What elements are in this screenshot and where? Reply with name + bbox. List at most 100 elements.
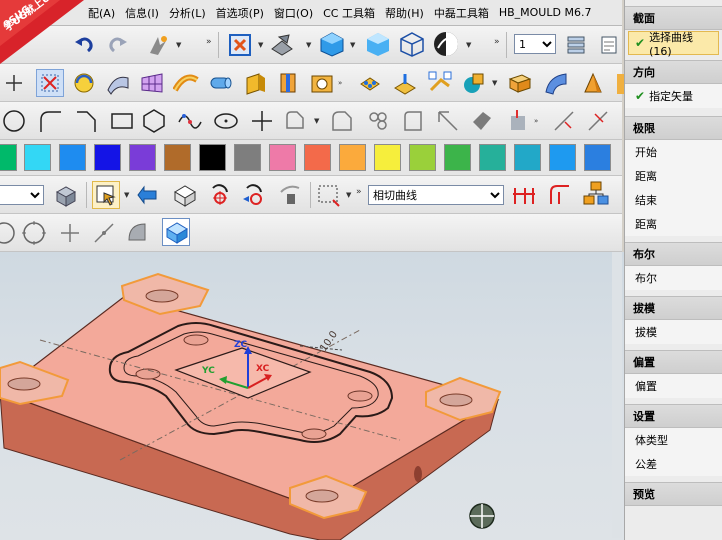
assembly-navigator-icon[interactable]	[582, 180, 610, 208]
toolbar-overflow-icon[interactable]: »	[356, 178, 364, 206]
section-header-direction[interactable]: 方向	[625, 60, 722, 84]
datum-csys-icon[interactable]	[460, 69, 488, 97]
snap-settings-icon[interactable]	[162, 218, 190, 246]
line-curve-icon[interactable]	[550, 107, 578, 135]
layer-settings-icon[interactable]	[562, 31, 590, 59]
toolbar-overflow-icon[interactable]: »	[534, 107, 542, 135]
revolve-icon[interactable]	[274, 69, 302, 97]
toolbar-overflow-icon[interactable]: »	[338, 69, 346, 97]
ellipse-icon[interactable]	[212, 107, 240, 135]
component-filter-icon[interactable]	[52, 181, 80, 209]
menu-item-assembly[interactable]: 配(A)	[88, 5, 115, 21]
color-swatch-brown[interactable]	[164, 144, 191, 171]
boolean-row[interactable]: 布尔	[625, 266, 722, 290]
color-swatch-turquoise[interactable]	[514, 144, 541, 171]
menu-item-preferences[interactable]: 首选项(P)	[216, 5, 264, 21]
pattern-curve-icon[interactable]	[328, 107, 356, 135]
color-swatch-grass-green[interactable]	[444, 144, 471, 171]
section-header-draft[interactable]: 拔模	[625, 296, 722, 320]
chevron-down-icon[interactable]: ▼	[314, 107, 322, 135]
menu-item-cc-toolbox[interactable]: CC 工具箱	[323, 5, 375, 21]
trim-curve-icon[interactable]	[364, 107, 392, 135]
block-icon[interactable]	[506, 69, 534, 97]
menu-item-zhonglei-toolbox[interactable]: 中磊工具箱	[434, 5, 489, 21]
sheet-surface-icon[interactable]	[104, 69, 132, 97]
chevron-down-icon[interactable]: ▼	[258, 31, 266, 59]
start-row[interactable]: 开始	[625, 140, 722, 164]
follow-fillet-icon[interactable]	[546, 181, 574, 209]
rotate-view-icon[interactable]	[70, 69, 98, 97]
color-swatch-lime[interactable]	[409, 144, 436, 171]
studio-spline-icon[interactable]	[176, 107, 204, 135]
mesh-surface-icon[interactable]	[138, 69, 166, 97]
tolerance-row[interactable]: 公差	[625, 452, 722, 476]
select-body-icon[interactable]	[170, 181, 198, 209]
color-swatch-green[interactable]	[0, 144, 17, 171]
color-swatch-purple[interactable]	[129, 144, 156, 171]
specify-vector-row[interactable]: ✔ 指定矢量	[625, 84, 722, 108]
section-header-offset[interactable]: 偏置	[625, 350, 722, 374]
color-swatch-cyan[interactable]	[24, 144, 51, 171]
point-icon[interactable]	[248, 107, 276, 135]
section-header-limits[interactable]: 极限	[625, 116, 722, 140]
chevron-down-icon[interactable]: ▼	[346, 181, 354, 209]
start-distance-row[interactable]: 距离	[625, 164, 722, 188]
color-swatch-coral[interactable]	[304, 144, 331, 171]
deselect-icon[interactable]	[36, 69, 64, 97]
wireframe-icon[interactable]	[398, 30, 426, 58]
rectangle-icon[interactable]	[108, 107, 136, 135]
color-swatch-gray[interactable]	[234, 144, 261, 171]
section-header-boolean[interactable]: 布尔	[625, 242, 722, 266]
menu-item-info[interactable]: 信息(I)	[125, 5, 159, 21]
shaded-icon[interactable]	[364, 30, 392, 58]
move-to-layer-icon[interactable]	[594, 31, 622, 59]
hole-icon[interactable]	[308, 69, 336, 97]
offset-curve-icon[interactable]	[282, 107, 310, 135]
fillet-icon[interactable]	[36, 107, 64, 135]
color-swatch-azure[interactable]	[549, 144, 576, 171]
color-swatch-royal-blue[interactable]	[584, 144, 611, 171]
quadrant-point-icon[interactable]	[20, 219, 48, 247]
section-header-settings[interactable]: 设置	[625, 404, 722, 428]
color-swatch-orange[interactable]	[339, 144, 366, 171]
offset-face-icon[interactable]	[390, 69, 418, 97]
viewport-scrollbar[interactable]	[612, 252, 622, 538]
select-feature-icon[interactable]	[92, 181, 120, 209]
color-swatch-sky-blue[interactable]	[59, 144, 86, 171]
swept-icon[interactable]	[172, 69, 200, 97]
point-set-icon[interactable]	[426, 69, 454, 97]
color-swatch-yellow[interactable]	[374, 144, 401, 171]
snap-point-icon[interactable]	[206, 181, 234, 209]
end-row[interactable]: 结束	[625, 188, 722, 212]
blend-surface-icon[interactable]	[542, 69, 570, 97]
command-finder-icon[interactable]	[144, 31, 172, 59]
color-swatch-blue[interactable]	[94, 144, 121, 171]
static-wireframe-icon[interactable]	[432, 30, 460, 58]
polygon-icon[interactable]	[140, 107, 168, 135]
point-on-face-icon[interactable]	[124, 219, 152, 247]
divide-curve-icon[interactable]	[584, 107, 612, 135]
toolbar-overflow-icon[interactable]: »	[206, 28, 214, 56]
snap-mid-icon[interactable]	[276, 181, 304, 209]
chevron-down-icon[interactable]: ▼	[492, 69, 500, 97]
snap-end-icon[interactable]	[240, 181, 268, 209]
fit-view-icon[interactable]	[226, 31, 254, 59]
back-arrow-icon[interactable]	[134, 181, 162, 209]
toolbar-overflow-icon[interactable]: »	[494, 28, 502, 56]
chevron-down-icon[interactable]: ▼	[176, 31, 184, 59]
offset-row[interactable]: 偏置	[625, 374, 722, 398]
circle-icon[interactable]	[0, 107, 28, 135]
draft-icon[interactable]	[578, 69, 606, 97]
arc-center-icon[interactable]	[0, 219, 18, 247]
render-style-icon[interactable]	[268, 31, 296, 59]
chamfer-icon[interactable]	[72, 107, 100, 135]
project-curve-icon[interactable]	[434, 107, 462, 135]
shaded-with-edges-icon[interactable]	[318, 30, 346, 58]
end-distance-row[interactable]: 距离	[625, 212, 722, 236]
menu-item-help[interactable]: 帮助(H)	[385, 5, 424, 21]
menu-item-window[interactable]: 窗口(O)	[274, 5, 313, 21]
plus-icon[interactable]	[0, 69, 28, 97]
color-swatch-teal[interactable]	[479, 144, 506, 171]
mirror-curve-icon[interactable]	[400, 107, 428, 135]
draft-row[interactable]: 拔模	[625, 320, 722, 344]
